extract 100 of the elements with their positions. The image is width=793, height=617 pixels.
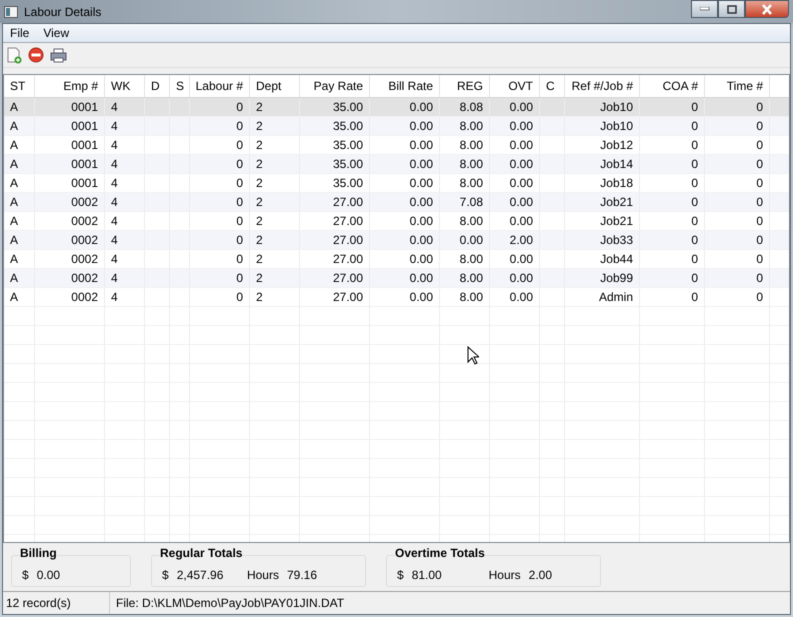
table-cell: 27.00 <box>300 288 370 306</box>
table-cell: 0001 <box>35 117 105 135</box>
table-cell: 0 <box>705 98 770 116</box>
column-header[interactable]: Pay Rate <box>300 75 370 97</box>
table-row[interactable]: A 0001 4 0 2 35.00 0.00 8.00 0.00 Job18 0 0 <box>4 174 789 193</box>
table-cell: 0 <box>190 288 250 306</box>
table-cell: 35.00 <box>300 174 370 192</box>
table-cell: Job10 <box>565 98 640 116</box>
table-cell: 0 <box>190 98 250 116</box>
column-header[interactable]: Time # <box>705 75 770 97</box>
table-row[interactable]: A 0001 4 0 2 35.00 0.00 8.00 0.00 Job10 0 0 <box>4 117 789 136</box>
table-cell: Job33 <box>565 231 640 249</box>
hours-value: 2.00 <box>528 568 552 582</box>
delete-icon[interactable] <box>27 46 45 64</box>
column-header[interactable]: ST <box>4 75 35 97</box>
maximize-icon <box>726 4 736 14</box>
table-cell: 0 <box>190 136 250 154</box>
table-cell: 0.00 <box>370 269 440 287</box>
table-cell: A <box>4 98 35 116</box>
table-row[interactable]: A 0002 4 0 2 27.00 0.00 7.08 0.00 Job21 0 0 <box>4 193 789 212</box>
table-cell: 2 <box>250 193 300 211</box>
table-cell: 0.00 <box>490 136 540 154</box>
table-cell: 2 <box>250 288 300 306</box>
table-cell: 0 <box>190 174 250 192</box>
table-cell: 0 <box>640 155 705 173</box>
table-cell: 0.00 <box>490 288 540 306</box>
table-cell: 0002 <box>35 250 105 268</box>
table-cell: 0001 <box>35 136 105 154</box>
amount-value: 81.00 <box>412 568 442 582</box>
column-header[interactable]: REG <box>440 75 490 97</box>
close-icon <box>761 4 773 14</box>
minimize-button[interactable] <box>691 0 718 18</box>
table-cell: 4 <box>105 212 145 230</box>
column-header[interactable]: C <box>540 75 565 97</box>
table-cell: A <box>4 212 35 230</box>
table-cell: 4 <box>105 269 145 287</box>
column-header[interactable]: Dept <box>250 75 300 97</box>
table-cell: Admin <box>565 288 640 306</box>
table-row[interactable]: A 0001 4 0 2 35.00 0.00 8.00 0.00 Job12 0 0 <box>4 136 789 155</box>
table-cell: 0 <box>705 288 770 306</box>
column-header[interactable]: COA # <box>640 75 705 97</box>
table-row[interactable]: A 0002 4 0 2 27.00 0.00 8.00 0.00 Job99 0 0 <box>4 269 789 288</box>
table-cell: 8.00 <box>440 212 490 230</box>
table-cell: 8.00 <box>440 288 490 306</box>
table-cell: 0 <box>190 231 250 249</box>
column-header[interactable]: S <box>170 75 190 97</box>
table-cell: 0002 <box>35 231 105 249</box>
table-cell: 0001 <box>35 174 105 192</box>
table-cell: 0 <box>190 212 250 230</box>
column-header[interactable]: D <box>145 75 170 97</box>
minimize-icon <box>700 7 710 11</box>
table-row[interactable]: A 0002 4 0 2 27.00 0.00 8.00 0.00 Job21 0 0 <box>4 212 789 231</box>
table-cell: 0 <box>190 193 250 211</box>
menu-item[interactable]: View <box>36 26 76 40</box>
table-cell: 0.00 <box>370 98 440 116</box>
table-row[interactable]: A 0001 4 0 2 35.00 0.00 8.08 0.00 Job10 0 0 <box>4 98 789 117</box>
table-cell: 0002 <box>35 212 105 230</box>
table-cell: A <box>4 269 35 287</box>
table-cell: Job21 <box>565 193 640 211</box>
app-icon <box>4 6 18 18</box>
close-button[interactable] <box>745 0 789 18</box>
table-cell: A <box>4 250 35 268</box>
table-cell: 0.00 <box>490 193 540 211</box>
column-header[interactable]: Labour # <box>190 75 250 97</box>
column-header[interactable]: Ref #/Job # <box>565 75 640 97</box>
table-cell: 2.00 <box>490 231 540 249</box>
table-cell: 0.00 <box>370 174 440 192</box>
table-cell: 0 <box>190 269 250 287</box>
menu-item[interactable]: File <box>3 26 36 40</box>
column-header[interactable]: WK <box>105 75 145 97</box>
table-cell: 35.00 <box>300 117 370 135</box>
table-cell: 4 <box>105 288 145 306</box>
table-cell: 0.00 <box>370 193 440 211</box>
new-document-icon[interactable] <box>5 46 23 64</box>
table-cell: 4 <box>105 98 145 116</box>
column-header[interactable]: OVT <box>490 75 540 97</box>
table-cell: Job18 <box>565 174 640 192</box>
table-cell: 27.00 <box>300 250 370 268</box>
table-cell: 0 <box>705 174 770 192</box>
table-row[interactable]: A 0002 4 0 2 27.00 0.00 8.00 0.00 Admin 0 0 <box>4 288 789 307</box>
table-cell: 35.00 <box>300 155 370 173</box>
table-cell: 8.00 <box>440 136 490 154</box>
table-cell: 8.00 <box>440 269 490 287</box>
column-header[interactable]: Bill Rate <box>370 75 440 97</box>
table-cell: 7.08 <box>440 193 490 211</box>
table-cell: 0.00 <box>370 250 440 268</box>
table-cell: 0 <box>640 193 705 211</box>
table-cell: 0.00 <box>370 288 440 306</box>
table-cell: 0 <box>190 250 250 268</box>
table-cell: 0 <box>640 212 705 230</box>
table-row[interactable]: A 0002 4 0 2 27.00 0.00 8.00 0.00 Job44 0 0 <box>4 250 789 269</box>
currency-symbol: $ <box>162 568 169 582</box>
table-row[interactable]: A 0001 4 0 2 35.00 0.00 8.00 0.00 Job14 0 0 <box>4 155 789 174</box>
table-cell: 2 <box>250 174 300 192</box>
maximize-button[interactable] <box>718 0 745 18</box>
column-header[interactable]: Emp # <box>35 75 105 97</box>
table-row[interactable]: A 0002 4 0 2 27.00 0.00 0.00 2.00 Job33 0 0 <box>4 231 789 250</box>
table-cell: 0.00 <box>490 174 540 192</box>
printer-icon[interactable] <box>49 46 67 64</box>
table-cell: 2 <box>250 136 300 154</box>
